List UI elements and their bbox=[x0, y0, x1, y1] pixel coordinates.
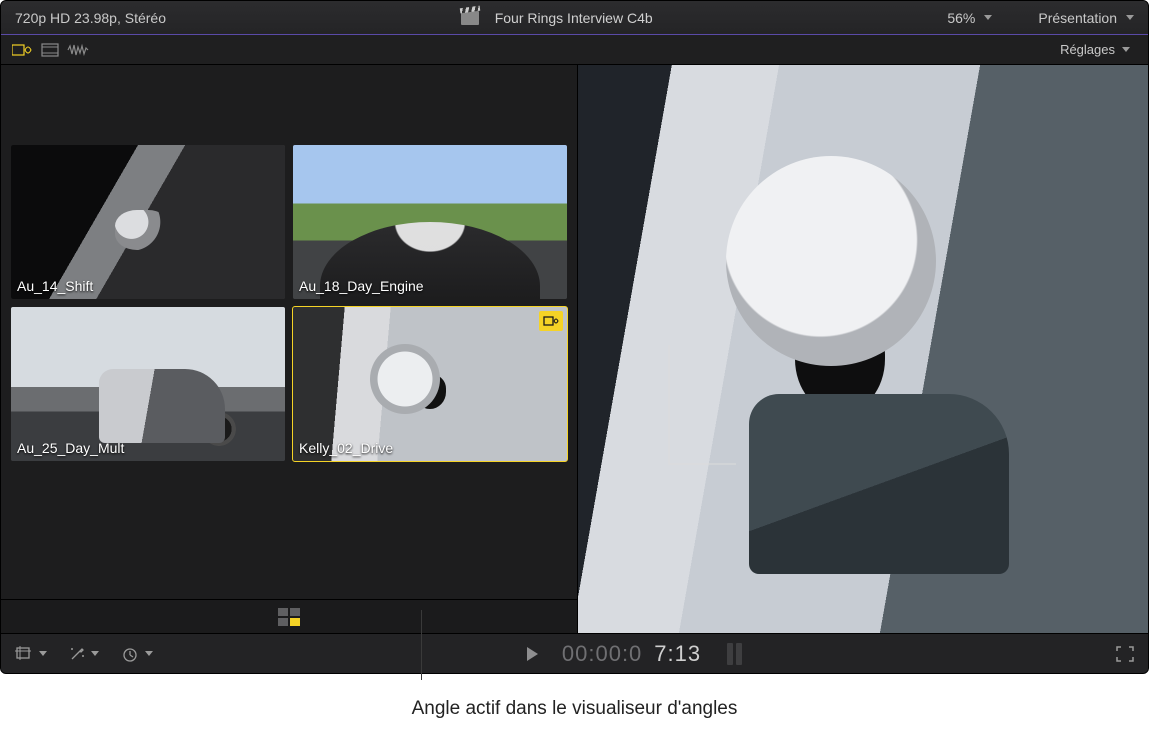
angle-grid: Au_14_Shift Au_18_Day_Engine Au_25_Day_M… bbox=[1, 65, 577, 599]
crop-tool[interactable] bbox=[15, 646, 47, 662]
zoom-value: 56% bbox=[947, 10, 975, 26]
fullscreen-button[interactable] bbox=[1116, 646, 1134, 662]
chevron-down-icon bbox=[145, 651, 153, 656]
callout-line bbox=[421, 610, 422, 680]
audio-meter-icon[interactable] bbox=[727, 643, 742, 665]
thumbnail-image bbox=[11, 145, 285, 299]
chevron-down-icon bbox=[984, 15, 992, 20]
safe-zone-marker bbox=[668, 345, 736, 465]
angle-label: Au_25_Day_Mult bbox=[17, 440, 124, 456]
format-label: 720p HD 23.98p, Stéréo bbox=[15, 10, 166, 26]
chevron-down-icon bbox=[1122, 47, 1130, 52]
angle-label: Au_14_Shift bbox=[17, 278, 93, 294]
main-viewer[interactable] bbox=[578, 65, 1148, 633]
filmstrip-audio-icon[interactable] bbox=[11, 41, 33, 59]
angle-thumbnail-active[interactable]: Kelly_02_Drive bbox=[293, 307, 567, 461]
transport-bar: 00:00:0 7:13 bbox=[1, 633, 1148, 673]
thumbnail-image bbox=[293, 307, 567, 461]
play-icon[interactable] bbox=[527, 647, 538, 661]
angle-label: Au_18_Day_Engine bbox=[299, 278, 424, 294]
chevron-down-icon bbox=[1126, 15, 1134, 20]
zoom-menu[interactable]: 56% bbox=[947, 10, 992, 26]
annotation-callout: Angle actif dans le visualiseur d'angles bbox=[0, 672, 1149, 734]
angle-viewer-pane: Au_14_Shift Au_18_Day_Engine Au_25_Day_M… bbox=[1, 65, 578, 633]
angle-grid-footer bbox=[1, 599, 577, 633]
angle-viewer-toolbar: Réglages bbox=[1, 35, 1148, 65]
clip-title: Four Rings Interview C4b bbox=[495, 10, 653, 26]
app-window: 720p HD 23.98p, Stéréo Four Rings Interv… bbox=[0, 0, 1149, 674]
presentation-menu[interactable]: Présentation bbox=[1038, 10, 1134, 26]
angle-thumbnail[interactable]: Au_18_Day_Engine bbox=[293, 145, 567, 299]
waveform-icon[interactable] bbox=[67, 41, 89, 59]
timecode-current: 7:13 bbox=[654, 641, 701, 667]
settings-label: Réglages bbox=[1060, 42, 1115, 57]
chevron-down-icon bbox=[39, 651, 47, 656]
clapperboard-icon bbox=[461, 11, 479, 25]
thumbnail-image bbox=[11, 307, 285, 461]
timecode-prefix: 00:00:0 bbox=[562, 641, 642, 667]
timecode-display[interactable]: 00:00:0 7:13 bbox=[527, 641, 742, 667]
enhance-tool[interactable] bbox=[69, 646, 99, 662]
chevron-down-icon bbox=[91, 651, 99, 656]
retime-tool[interactable] bbox=[121, 646, 153, 662]
filmstrip-icon[interactable] bbox=[39, 41, 61, 59]
thumbnail-image bbox=[293, 145, 567, 299]
main-split: Au_14_Shift Au_18_Day_Engine Au_25_Day_M… bbox=[1, 65, 1148, 633]
angle-thumbnail[interactable]: Au_14_Shift bbox=[11, 145, 285, 299]
active-angle-badge-icon bbox=[539, 311, 563, 331]
settings-menu[interactable]: Réglages bbox=[1060, 42, 1130, 57]
angle-thumbnail[interactable]: Au_25_Day_Mult bbox=[11, 307, 285, 461]
grid-layout-button[interactable] bbox=[278, 608, 300, 626]
viewer-image-body bbox=[749, 394, 1009, 574]
viewer-top-bar: 720p HD 23.98p, Stéréo Four Rings Interv… bbox=[1, 1, 1148, 35]
caption-text: Angle actif dans le visualiseur d'angles bbox=[0, 698, 1149, 720]
presentation-label: Présentation bbox=[1038, 10, 1117, 26]
angle-label: Kelly_02_Drive bbox=[299, 440, 393, 456]
